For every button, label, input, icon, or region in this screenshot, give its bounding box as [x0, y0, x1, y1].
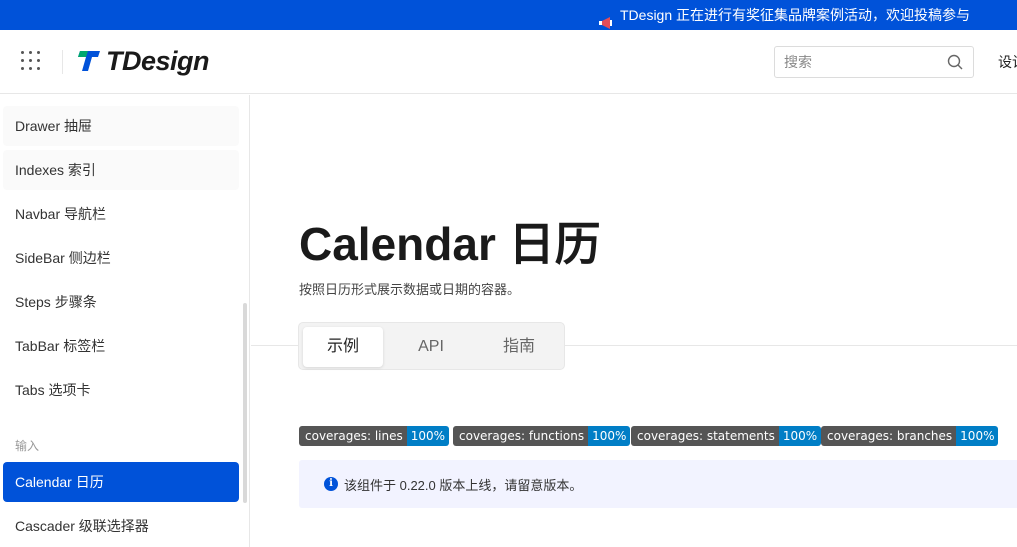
badge-label: coverages: lines — [299, 426, 407, 446]
doc-tabs: 示例 API 指南 — [298, 322, 565, 370]
megaphone-icon — [598, 9, 614, 29]
sidebar-group-input: 输入 — [15, 439, 40, 453]
search-input[interactable] — [775, 47, 935, 77]
badge-value: 100% — [588, 426, 631, 446]
coverage-badge-statements[interactable]: coverages: statements 100% — [631, 426, 822, 446]
site-header: TDesign 设计 — [0, 30, 1017, 94]
sidebar-item-calendar[interactable]: Calendar 日历 — [3, 462, 239, 502]
sidebar-item-indexes[interactable]: Indexes 索引 — [3, 150, 239, 190]
badge-label: coverages: branches — [821, 426, 957, 446]
tdesign-logo-mark-icon — [78, 51, 100, 71]
badge-label: coverages: statements — [631, 426, 779, 446]
sidebar-item-tabs[interactable]: Tabs 选项卡 — [3, 370, 239, 410]
tab-guide[interactable]: 指南 — [479, 327, 559, 367]
search-icon[interactable] — [947, 54, 963, 70]
nav-link-design[interactable]: 设计 — [998, 52, 1017, 72]
logo-text: TDesign — [106, 45, 210, 76]
tab-demo[interactable]: 示例 — [303, 327, 383, 367]
page-description: 按照日历形式展示数据或日期的容器。 — [299, 282, 521, 297]
sidebar-item-steps[interactable]: Steps 步骤条 — [3, 282, 239, 322]
announcement-banner[interactable]: TDesign 正在进行有奖征集品牌案例活动，欢迎投稿参与 — [0, 0, 1017, 30]
tdesign-logo[interactable]: TDesign — [78, 44, 210, 78]
tab-api[interactable]: API — [391, 327, 471, 367]
sidebar-item-drawer[interactable]: Drawer 抽屉 — [3, 106, 239, 146]
notice-text: 该组件于 0.22.0 版本上线，请留意版本。 — [344, 478, 583, 493]
info-icon: i — [324, 477, 338, 491]
sidebar-item-tabbar[interactable]: TabBar 标签栏 — [3, 326, 239, 366]
coverage-badge-branches[interactable]: coverages: branches 100% — [821, 426, 999, 446]
main-content: Calendar 日历 按照日历形式展示数据或日期的容器。 示例 API 指南 … — [251, 95, 1017, 547]
apps-grid-icon[interactable] — [21, 51, 41, 71]
sidebar-item-navbar[interactable]: Navbar 导航栏 — [3, 194, 239, 234]
badge-label: coverages: functions — [453, 426, 589, 446]
version-notice: i 该组件于 0.22.0 版本上线，请留意版本。 — [299, 460, 1017, 508]
banner-text[interactable]: TDesign 正在进行有奖征集品牌案例活动，欢迎投稿参与 — [620, 0, 970, 30]
page-title: Calendar 日历 — [299, 218, 601, 270]
header-divider — [62, 50, 63, 74]
sidebar-item-sidebar[interactable]: SideBar 侧边栏 — [3, 238, 239, 278]
sidebar-scrollbar[interactable] — [243, 303, 247, 503]
coverage-badge-lines[interactable]: coverages: lines 100% — [299, 426, 450, 446]
badge-value: 100% — [956, 426, 999, 446]
coverage-badge-functions[interactable]: coverages: functions 100% — [453, 426, 631, 446]
sidebar: Drawer 抽屉 Indexes 索引 Navbar 导航栏 SideBar … — [0, 95, 250, 547]
sidebar-item-cascader[interactable]: Cascader 级联选择器 — [3, 506, 239, 546]
badge-value: 100% — [406, 426, 450, 446]
badge-value: 100% — [778, 426, 822, 446]
search-box[interactable] — [774, 46, 974, 78]
